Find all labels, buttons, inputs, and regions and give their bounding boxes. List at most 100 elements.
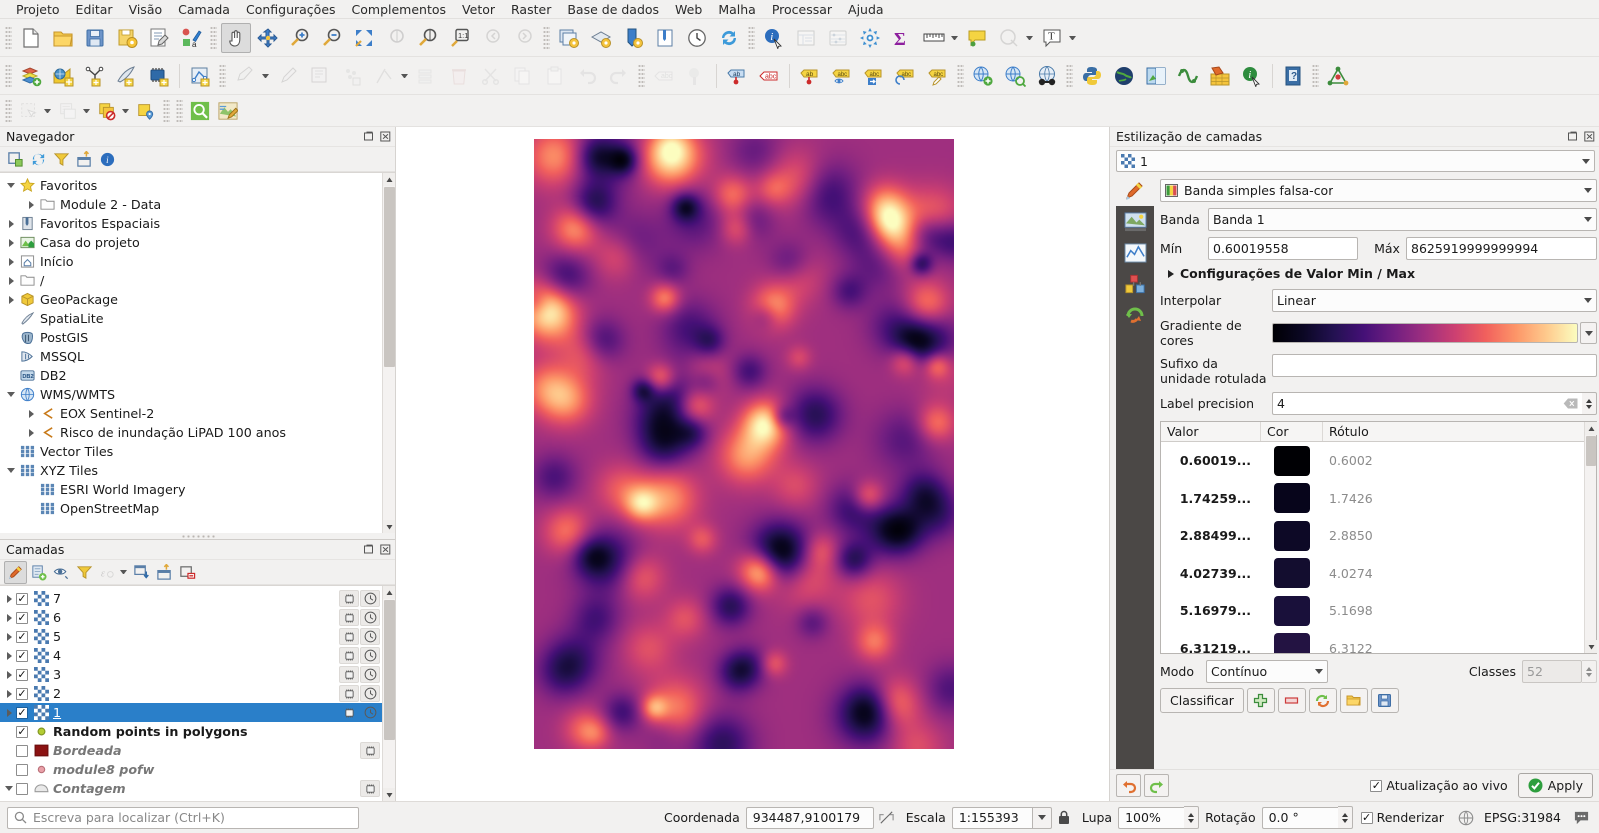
styling-close-icon[interactable] (1582, 130, 1596, 144)
band-chevron-down-icon[interactable] (1584, 217, 1592, 222)
select-by-location-button[interactable] (133, 98, 159, 124)
change-label-tool[interactable]: abc (923, 61, 953, 91)
vertex-dropdown-caret[interactable] (401, 73, 408, 78)
copy-features-button[interactable] (508, 61, 538, 91)
menu-complementos[interactable]: Complementos (344, 0, 455, 19)
classification-row[interactable]: 6.31219... 6.3122 (1161, 630, 1596, 653)
scale-dropdown[interactable] (1031, 806, 1052, 829)
help-contents-button[interactable]: ? (1278, 61, 1308, 91)
text-annotation-button[interactable]: T (1037, 23, 1067, 53)
layer-temporal-icon[interactable] (360, 666, 380, 683)
edit-map-plugin-button[interactable] (215, 98, 241, 124)
renderer-chevron-down-icon[interactable] (1584, 188, 1592, 193)
new-project-button[interactable] (16, 23, 46, 53)
browser-item-risco-de-inunda-o-lipad-100-anos[interactable]: Risco de inundação LiPAD 100 anos (0, 423, 395, 442)
zoom-last-tool[interactable] (477, 23, 507, 53)
open-project-button[interactable] (48, 23, 78, 53)
classes-stepper[interactable] (1582, 660, 1597, 683)
new-print-layout-button[interactable] (618, 23, 648, 53)
layers-close-icon[interactable] (378, 543, 392, 557)
browser-item-postgis[interactable]: PostGIS (0, 328, 395, 347)
classification-table-body[interactable]: 0.60019... 0.6002 1.74259... 1.7426 2.88499.… (1161, 442, 1596, 653)
max-input[interactable]: 8625919999999994 (1406, 237, 1597, 260)
rotation-input[interactable]: 0.0 ° (1261, 806, 1338, 829)
clear-precision-icon[interactable] (1563, 398, 1578, 409)
deselect-dropdown-caret[interactable] (83, 108, 90, 113)
band-select[interactable]: Banda 1 (1208, 208, 1597, 231)
toolbar-grip-10[interactable] (1312, 63, 1319, 88)
save-project-button[interactable] (80, 23, 110, 53)
toolbar-grip-8[interactable] (957, 63, 964, 88)
menu-malha[interactable]: Malha (710, 0, 764, 19)
deselect-features-button[interactable] (55, 98, 81, 124)
browser-item-favoritos[interactable]: Favoritos (0, 176, 395, 195)
move-label-tool[interactable]: abc (859, 61, 889, 91)
apply-button[interactable]: Apply (1517, 773, 1593, 798)
class-color-cell[interactable] (1261, 633, 1323, 653)
min-input[interactable]: 0.60019558 (1208, 237, 1358, 260)
chevron-right-icon[interactable] (2, 632, 16, 641)
pan-map-tool[interactable] (221, 22, 251, 53)
toggle-extents-icon[interactable] (874, 809, 900, 826)
metasearch-button[interactable] (1032, 61, 1062, 91)
chevron-right-icon[interactable] (24, 409, 38, 418)
processing-toolbox-button[interactable] (855, 23, 885, 53)
classification-scrollbar[interactable] (1584, 422, 1597, 653)
layer-chip-icon[interactable] (339, 685, 359, 702)
toolbar-grip-5[interactable] (5, 63, 12, 88)
layer-row[interactable]: 7 (0, 589, 395, 608)
layers-scroll-down[interactable] (383, 788, 395, 801)
color-swatch[interactable] (1274, 483, 1310, 514)
zoom-search-plugin-button[interactable] (187, 98, 213, 124)
layer-visibility-checkbox[interactable] (16, 744, 28, 757)
classification-row[interactable]: 4.02739... 4.0274 (1161, 555, 1596, 593)
refresh-icon[interactable] (27, 148, 50, 171)
layer-chip-icon[interactable] (339, 609, 359, 626)
add-class-icon[interactable] (1246, 688, 1275, 713)
toolbar-grip-4[interactable] (748, 25, 755, 50)
color-swatch[interactable] (1274, 445, 1310, 476)
tab-symbology[interactable] (1116, 175, 1154, 206)
browser-item-vector-tiles[interactable]: Vector Tiles (0, 442, 395, 461)
chevron-right-icon[interactable] (2, 651, 16, 660)
select-by-value-button[interactable] (94, 98, 120, 124)
layer-temporal-icon[interactable] (360, 590, 380, 607)
browser-scroll-up[interactable] (383, 173, 395, 186)
add-group-icon[interactable] (27, 561, 50, 584)
layer-visibility-checkbox[interactable] (16, 668, 28, 681)
georeferencer-button[interactable] (1141, 61, 1171, 91)
magnifier-stepper[interactable] (1184, 806, 1200, 829)
layer-visibility-checkbox[interactable] (16, 630, 28, 643)
layer-visibility-checkbox[interactable] (16, 611, 28, 624)
layer-chip-icon[interactable] (339, 704, 359, 721)
browser-item-[interactable]: / (0, 271, 395, 290)
classification-row[interactable]: 1.74259... 1.7426 (1161, 480, 1596, 518)
select-value-dropdown-caret[interactable] (122, 108, 129, 113)
browser-scrollbar[interactable] (382, 173, 395, 533)
filter-legend-icon[interactable] (73, 561, 96, 584)
menu-web[interactable]: Web (667, 0, 710, 19)
browser-item-in-cio[interactable]: Início (0, 252, 395, 271)
toolbar-grip-3[interactable] (543, 25, 550, 50)
temporal-controller-button[interactable] (682, 23, 712, 53)
plugin-info-button[interactable]: i (1237, 61, 1267, 91)
wms-identify-button[interactable] (1000, 61, 1030, 91)
layer-chip-icon[interactable] (360, 742, 380, 759)
add-mesh-layer-button[interactable] (80, 61, 110, 91)
highlight-pinned-labels-button[interactable]: ab (722, 61, 752, 91)
chevron-right-icon[interactable] (2, 689, 16, 698)
render-checkbox[interactable]: Renderizar (1360, 810, 1444, 825)
unit-suffix-input[interactable] (1272, 354, 1597, 377)
open-attribute-table-button[interactable] (791, 23, 821, 53)
class-color-cell[interactable] (1261, 445, 1323, 476)
new-3d-view-button[interactable] (586, 23, 616, 53)
class-scroll-down[interactable] (1585, 640, 1597, 653)
scale-input[interactable]: 1:155393 (951, 806, 1032, 829)
layer-row[interactable]: 1 (0, 703, 395, 722)
map-canvas[interactable] (396, 127, 1110, 801)
new-map-view-button[interactable] (554, 23, 584, 53)
layer-visibility-checkbox[interactable] (16, 687, 28, 700)
zoom-full-tool[interactable] (349, 23, 379, 53)
add-wms-layer-button[interactable] (968, 61, 998, 91)
chevron-down-icon[interactable] (4, 468, 18, 473)
